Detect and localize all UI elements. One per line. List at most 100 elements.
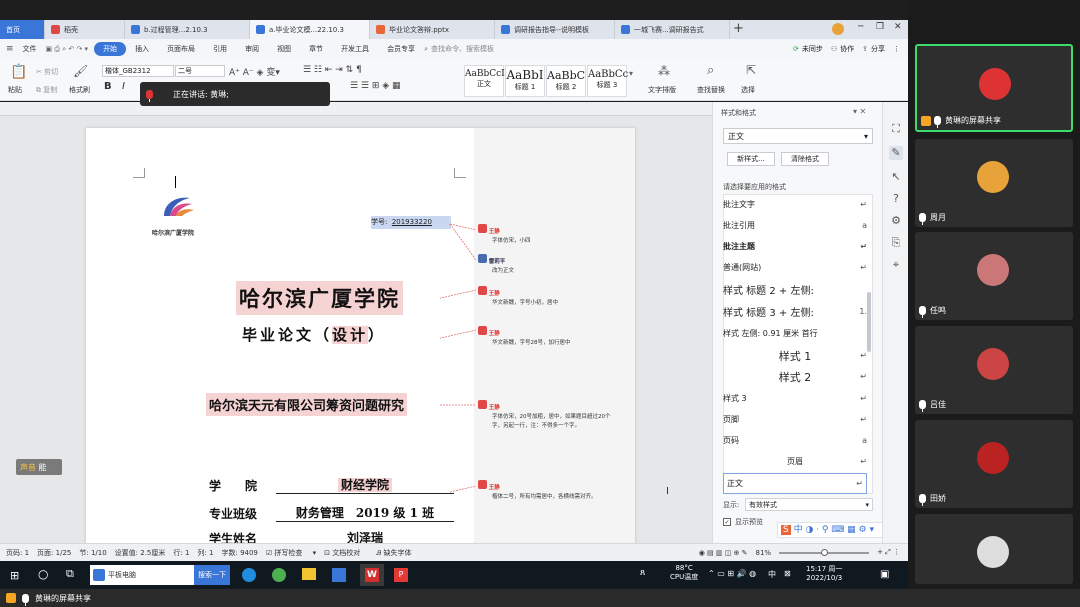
style-item[interactable]: 样式 标题 3 + 左侧: 1. [723, 301, 867, 322]
style-item[interactable]: 批注主题 ↵ [723, 236, 867, 257]
menu-review[interactable]: 审阅 [236, 44, 268, 54]
clear-format-button[interactable]: 清除格式 [781, 152, 829, 166]
share-doc-icon[interactable]: ⎘ [889, 236, 903, 250]
comment-card[interactable]: 雷莉平 改为正文 [478, 254, 590, 276]
menu-home[interactable]: 开始 [94, 42, 127, 56]
tab-report[interactable]: 一城飞赛...调研报告式 [615, 20, 730, 39]
hamburger-icon[interactable]: ≡ [6, 44, 14, 54]
menu-member[interactable]: 会员专享 [378, 44, 424, 54]
quick-access-icons[interactable]: ▣ ⎙ ⌕ ↶ ↷ ▾ [46, 45, 89, 54]
style-heading-3[interactable]: AaBbCc 标题 3 [587, 65, 628, 97]
tab-pptx[interactable]: 毕业论文答辩.pptx [370, 20, 495, 39]
comment-card[interactable]: 王静 字体仿宋，20号加粗，居中，如果题目超过20个字，另起一行，注：不得多一个字… [478, 400, 618, 431]
collab-button[interactable]: 协作 [840, 44, 854, 54]
text-layout-button[interactable]: 文字排版 [648, 85, 676, 95]
style-brush-icon[interactable]: ⛶ [889, 122, 903, 136]
participant-tile[interactable]: 田娇 [915, 420, 1073, 508]
menu-view[interactable]: 视图 [268, 44, 300, 54]
format-painter-icon[interactable]: 🖌 [73, 64, 88, 78]
participant-tile[interactable]: 周月 [915, 139, 1073, 227]
status-words[interactable]: 字数: 9409 [221, 548, 257, 558]
style-item[interactable]: 样式 标题 2 + 左侧: [723, 279, 867, 300]
status-pages[interactable]: 页面: 1/25 [37, 548, 71, 558]
close-icon[interactable]: ✕ [894, 22, 902, 32]
style-item-selected[interactable]: 正文 ↵ [723, 473, 867, 494]
ime-toolbar[interactable]: S 中 ◑ · ⚲ ⌨ ▦ ⚙ ▾ [777, 522, 887, 538]
command-search[interactable]: 查找命令、搜索模板 [431, 44, 494, 54]
user-avatar[interactable] [832, 23, 844, 35]
paragraph-tools-icon[interactable]: ☰ ☷ ⇤ ⇥ ⇅ ¶ [303, 65, 362, 75]
font-name-select[interactable]: 楷体_GB2312 [102, 65, 174, 77]
pdf-icon[interactable]: P [394, 568, 408, 582]
new-tab-icon[interactable]: + [733, 21, 744, 36]
thesis-topic[interactable]: 哈尔滨天元有限公司筹资问题研究 [206, 393, 408, 416]
more-icon[interactable]: ⋮ [893, 45, 900, 53]
format-painter-button[interactable]: 格式刷 [69, 85, 90, 95]
photos-icon[interactable] [332, 568, 346, 582]
edge-icon[interactable] [242, 568, 256, 582]
zoom-level[interactable]: 81% [756, 549, 772, 557]
windows-start-icon[interactable]: ⊞ [10, 569, 19, 582]
style-item[interactable]: 页脚 ↵ [723, 409, 867, 430]
spell-check-button[interactable]: ☑ 拼写检查 ▾ [266, 548, 316, 558]
task-view-icon[interactable]: ⧉ [66, 567, 74, 581]
style-heading-2[interactable]: AaBbC 标题 2 [546, 65, 586, 97]
comment-card[interactable]: 王静 华文新魏，字号小初，居中 [478, 286, 590, 308]
zoom-slider-thumb[interactable] [821, 548, 829, 556]
select-button[interactable]: 选择 [741, 85, 755, 95]
ime-mode-icon[interactable]: ⊠ [784, 569, 791, 578]
tab-home[interactable]: 首页 [0, 20, 45, 39]
align-tools-icon[interactable]: ☰ ☰ ⊞ ◈ ▦ [350, 81, 401, 91]
tab-report-guide[interactable]: 调研报告指导--说明模板 [495, 20, 615, 39]
menu-chapter[interactable]: 章节 [300, 44, 332, 54]
style-normal[interactable]: AaBbCcI 正文 [464, 65, 505, 97]
tab-doc-a[interactable]: a.毕业论文模...22.10.3 [250, 20, 370, 39]
view-mode-icons[interactable]: ◉ ▤ ▥ ◫ ⊕ ✎ [699, 549, 748, 557]
missing-font-button[interactable]: Ꭿ 缺失字体 [376, 548, 419, 558]
participant-tile[interactable]: 任鸣 [915, 232, 1073, 320]
pen-icon[interactable]: ✎ [889, 146, 903, 160]
person-icon[interactable]: ጸ [640, 568, 645, 578]
new-style-button[interactable]: 新样式... [727, 152, 775, 166]
class-value[interactable]: 财务管理 2019 级 1 班 [276, 504, 454, 522]
menu-dev-tools[interactable]: 开发工具 [332, 44, 378, 54]
browser-360-icon[interactable] [272, 568, 286, 582]
font-size-tools-icon[interactable]: A⁺ A⁻ ◈ 变▾ [229, 65, 280, 78]
cut-button[interactable]: ✂ 剪切 [36, 67, 58, 77]
wps-taskbar-item[interactable]: W [360, 564, 384, 586]
find-replace-button[interactable]: 查找替换 [697, 85, 725, 95]
pointer-icon[interactable]: ↖ [889, 170, 903, 184]
current-style-select[interactable]: 正文 ▾ [723, 128, 873, 144]
folder-icon[interactable] [302, 568, 316, 580]
participant-tile[interactable]: 吕佳 [915, 326, 1073, 414]
search-circle-icon[interactable]: ○ [38, 567, 48, 581]
style-item[interactable]: 样式 左侧: 0.91 厘米 首行 [723, 323, 867, 344]
tab-docer[interactable]: 稻壳 [45, 20, 125, 39]
style-heading-1[interactable]: AaBbI 标题 1 [505, 65, 545, 97]
tab-doc-b[interactable]: b.过程管理...2.10.3 [125, 20, 250, 39]
participant-tile[interactable]: 黄琳的屏幕共享 [915, 44, 1073, 132]
college-value[interactable]: 财经学院 [276, 476, 454, 494]
thesis-label[interactable]: 毕业论文（设计） [242, 324, 386, 345]
help-icon[interactable]: ? [889, 192, 903, 206]
menu-file[interactable]: 文件 [14, 44, 46, 54]
styles-expand-icon[interactable]: ▾ [629, 69, 633, 78]
sync-status[interactable]: 未同步 [802, 44, 823, 54]
bold-button[interactable]: B [104, 81, 112, 92]
participant-tile[interactable] [915, 514, 1073, 584]
ime-indicator[interactable]: 中 [768, 569, 776, 580]
paste-button[interactable]: 粘贴 [8, 85, 22, 95]
italic-button[interactable]: I [122, 81, 125, 92]
style-item[interactable]: 批注文字 ↵ [723, 194, 867, 215]
display-select[interactable]: 有效样式 ▾ [745, 498, 873, 511]
name-value[interactable]: 刘泽瑞 [276, 529, 454, 543]
style-item[interactable]: 批注引用 a [723, 215, 867, 236]
style-item[interactable]: 页眉 ↵ [723, 451, 867, 472]
minimize-icon[interactable]: ─ [858, 22, 863, 32]
taskbar-search-button[interactable]: 搜索一下 [194, 565, 230, 585]
zoom-slider[interactable] [779, 548, 870, 556]
school-title[interactable]: 哈尔滨广厦学院 [236, 281, 403, 315]
share-button[interactable]: 分享 [871, 44, 885, 54]
preview-checkbox[interactable]: ✓ [723, 518, 731, 526]
menu-reference[interactable]: 引用 [204, 44, 236, 54]
